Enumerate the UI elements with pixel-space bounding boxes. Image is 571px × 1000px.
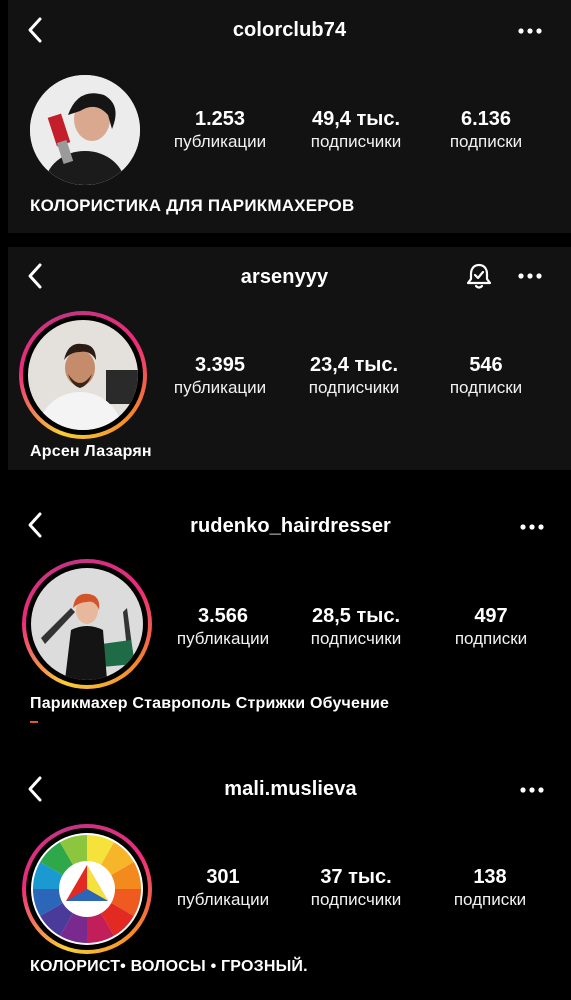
profile-header: rudenko_hairdresser [0, 495, 571, 555]
followers-count: 49,4 тыс. [311, 108, 401, 130]
stat-followers[interactable]: 49,4 тыс. подписчики [291, 107, 421, 153]
following-count: 6.136 [460, 108, 512, 130]
posts-count: 1.253 [194, 108, 246, 130]
posts-label: публикации [176, 890, 270, 909]
avatar[interactable] [30, 75, 140, 185]
stat-followers[interactable]: 23,4 тыс. подписчики [289, 353, 419, 399]
profile-username: mali.muslieva [224, 778, 357, 800]
stat-following[interactable]: 6.136 подписки [421, 107, 551, 153]
profile-header: mali.muslieva [0, 757, 571, 817]
avatar[interactable] [19, 311, 147, 439]
profile-card-arsenyyy: arsenyyy 3.395 публикации 23,4 тыс. подп… [8, 247, 571, 470]
stat-following[interactable]: 546 подписки [421, 353, 551, 399]
posts-label: публикации [173, 132, 267, 151]
followers-label: подписчики [310, 132, 402, 151]
followers-label: подписчики [308, 378, 400, 397]
profile-header: colorclub74 [8, 0, 571, 60]
profile-bio: КОЛОРИСТИКА ДЛЯ ПАРИКМАХЕРОВ [30, 196, 355, 215]
more-horizontal-icon [518, 273, 542, 279]
avatar[interactable] [22, 824, 152, 954]
following-count: 497 [474, 605, 508, 627]
profile-username: colorclub74 [232, 19, 347, 41]
following-label: подписки [449, 378, 523, 397]
following-label: подписки [449, 132, 523, 151]
profile-bio: Парикмахер Ставрополь Стрижки Обучение [30, 695, 390, 712]
posts-label: публикации [176, 629, 270, 648]
more-horizontal-icon [520, 787, 544, 793]
more-horizontal-icon [520, 524, 544, 530]
avatar[interactable] [22, 559, 152, 689]
stat-following[interactable]: 138 подписки [425, 865, 555, 911]
profile-header: arsenyyy [8, 247, 571, 307]
following-count: 138 [473, 866, 507, 888]
stat-following[interactable]: 497 подписки [426, 604, 556, 650]
stat-posts[interactable]: 1.253 публикации [155, 107, 285, 153]
followers-count: 23,4 тыс. [309, 354, 399, 376]
posts-count: 3.395 [194, 354, 246, 376]
stat-followers[interactable]: 37 тыс. подписчики [291, 865, 421, 911]
profile-bio: Арсен Лазарян [30, 443, 152, 460]
stat-posts[interactable]: 301 публикации [158, 865, 288, 911]
following-count: 546 [469, 354, 503, 376]
posts-count: 301 [206, 866, 240, 888]
profile-card-rudenko-hairdresser: rudenko_hairdresser 3.566 публикации 28,… [0, 495, 571, 730]
profile-bio: КОЛОРИСТ• ВОЛОСЫ • ГРОЗНЫЙ. [30, 958, 308, 975]
following-label: подписки [453, 890, 527, 909]
more-options-button[interactable] [519, 780, 545, 800]
followers-count: 28,5 тыс. [311, 605, 401, 627]
stat-posts[interactable]: 3.566 публикации [158, 604, 288, 650]
more-options-button[interactable] [517, 21, 543, 41]
notifications-button[interactable] [464, 261, 494, 291]
stat-posts[interactable]: 3.395 публикации [155, 353, 285, 399]
profile-card-mali-muslieva: mali.muslieva 301 публикации 37 тыс. под… [0, 757, 571, 1000]
bell-check-icon [466, 263, 492, 289]
followers-count: 37 тыс. [320, 866, 392, 888]
more-options-button[interactable] [519, 517, 545, 537]
color-wheel-image [31, 833, 143, 945]
followers-label: подписчики [310, 890, 402, 909]
profile-username: rudenko_hairdresser [190, 515, 391, 537]
followers-label: подписчики [310, 629, 402, 648]
posts-label: публикации [173, 378, 267, 397]
posts-count: 3.566 [197, 605, 249, 627]
profile-card-colorclub74: colorclub74 1.253 публикации 49,4 тыс. п… [8, 0, 571, 233]
more-options-button[interactable] [517, 266, 543, 286]
stat-followers[interactable]: 28,5 тыс. подписчики [291, 604, 421, 650]
more-horizontal-icon [518, 28, 542, 34]
bio-link-hint [30, 721, 38, 723]
following-label: подписки [454, 629, 528, 648]
